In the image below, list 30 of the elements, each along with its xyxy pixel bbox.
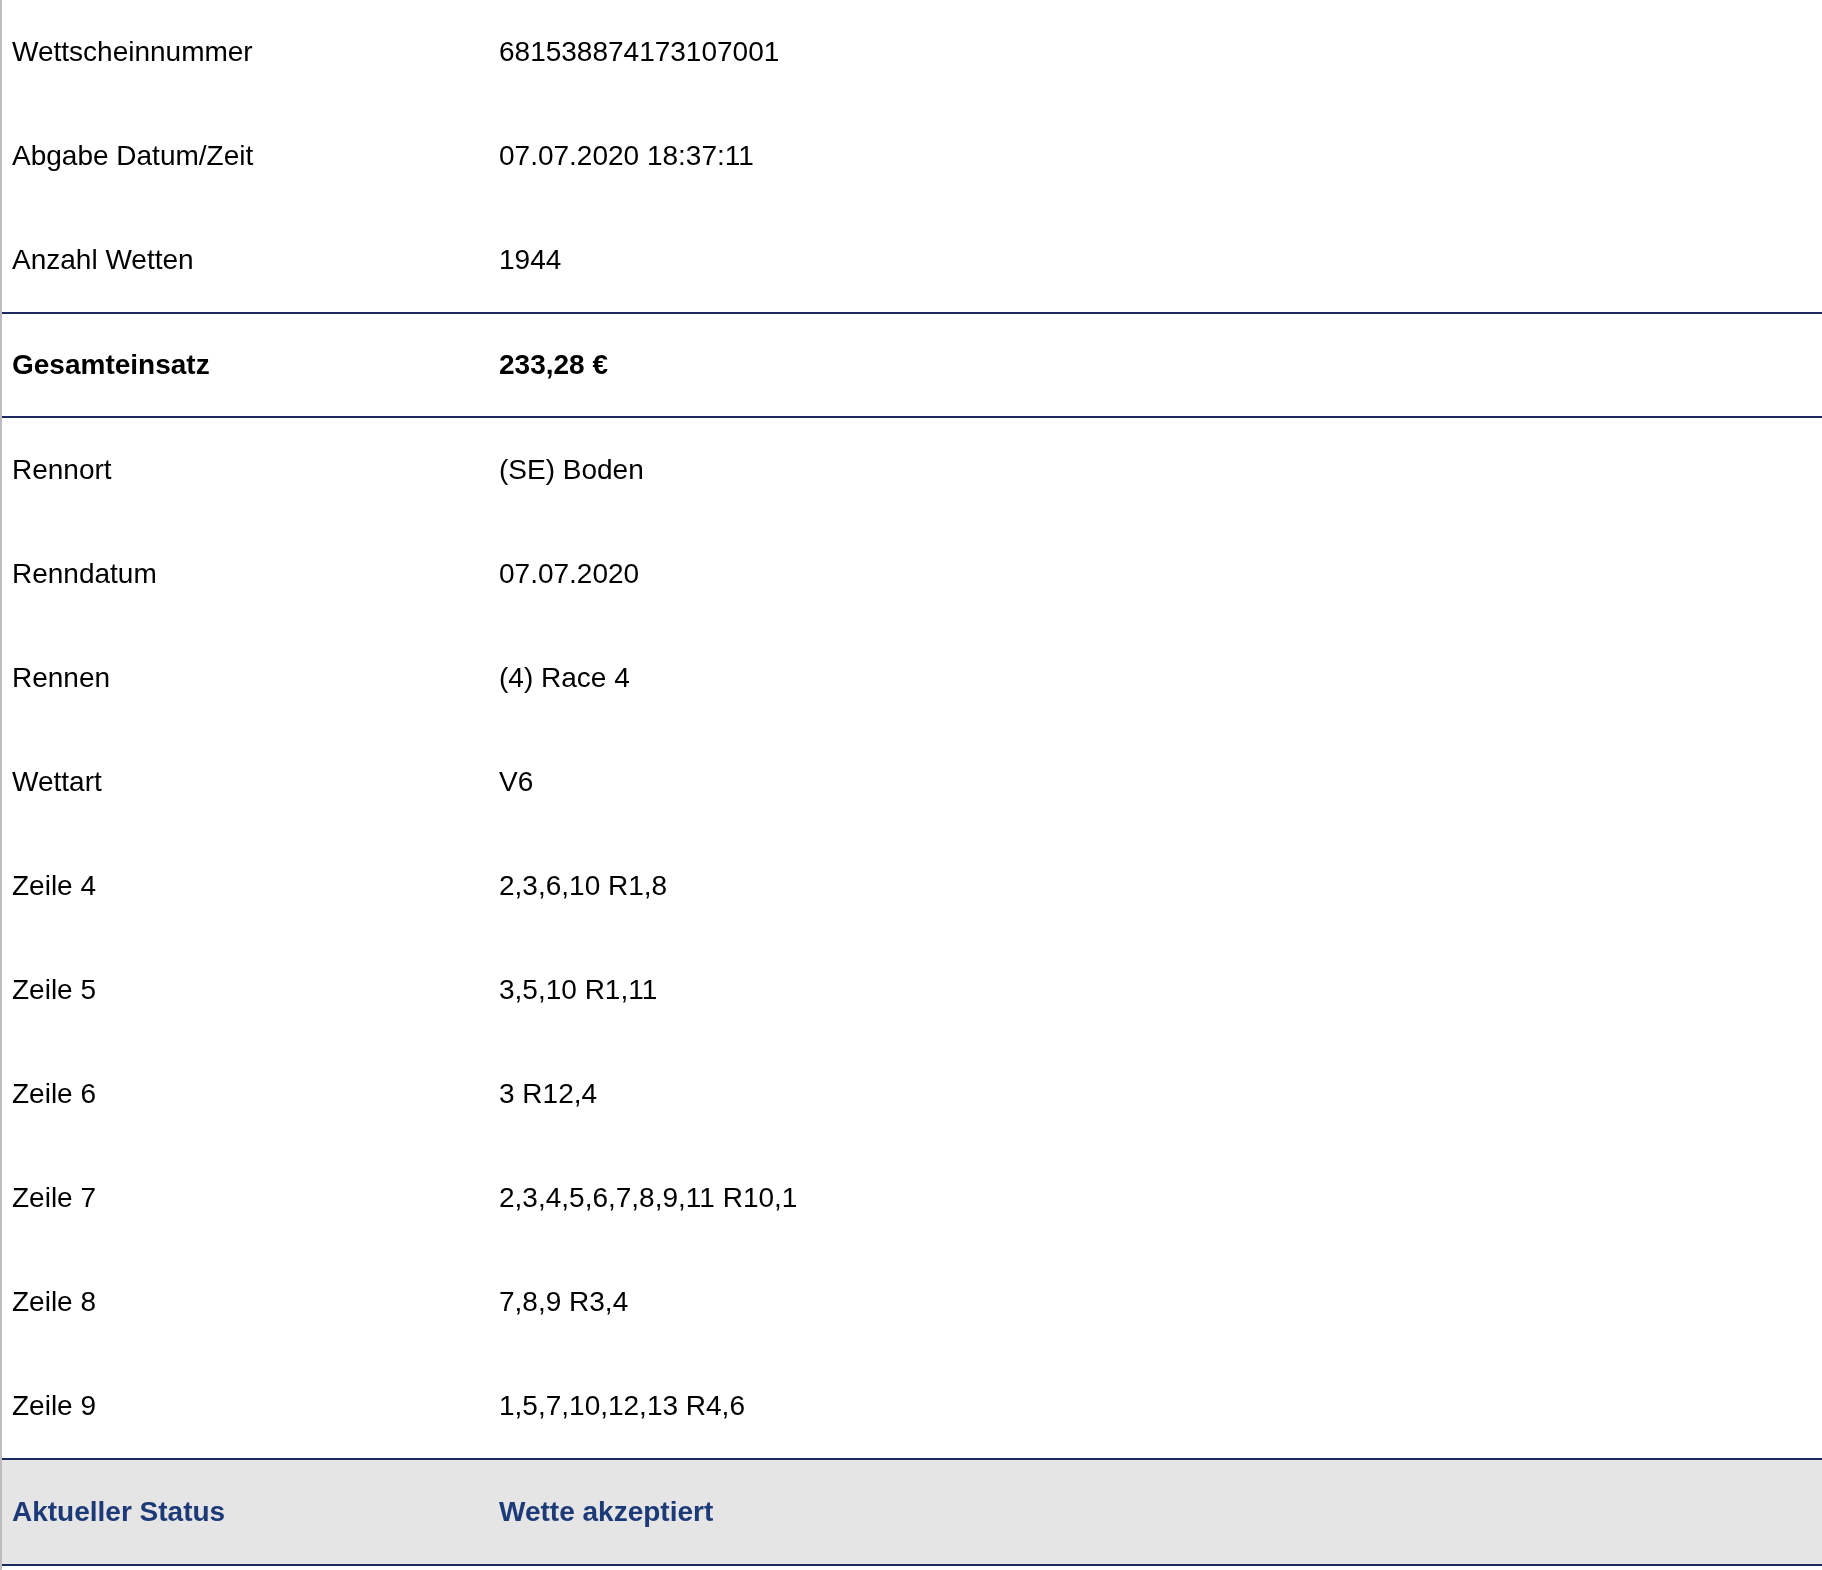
row-label: Wettscheinnummer	[11, 35, 254, 69]
row-label: Renndatum	[11, 557, 158, 591]
row-label: Zeile 7	[11, 1181, 98, 1215]
row-value: V6	[499, 765, 534, 799]
row-label: Zeile 8	[11, 1285, 98, 1319]
row-label: Zeile 9	[11, 1389, 98, 1423]
row-value: 3 R12,4	[499, 1077, 598, 1111]
row-value: 1944	[499, 243, 562, 277]
row-value: 07.07.2020 18:37:11	[499, 139, 754, 173]
row-value: 07.07.2020	[499, 557, 640, 591]
row-label: Wettart	[11, 765, 103, 799]
row-value: 233,28 €	[499, 348, 608, 382]
row-value: 3,5,10 R1,11	[499, 973, 658, 1007]
row-value: 2,3,4,5,6,7,8,9,11 R10,1	[499, 1181, 798, 1215]
row-label: Gesamteinsatz	[11, 348, 211, 382]
row-value: 681538874173107001	[499, 35, 780, 69]
row-value: 2,3,6,10 R1,8	[499, 869, 668, 903]
row-label: Zeile 6	[11, 1077, 98, 1111]
row-label: Anzahl Wetten	[11, 243, 195, 277]
row-value: Wette akzeptiert	[499, 1495, 714, 1529]
row-label: Zeile 4	[11, 869, 98, 903]
row-value: 7,8,9 R3,4	[499, 1285, 629, 1319]
row-value: (SE) Boden	[499, 453, 644, 487]
row-label: Aktueller Status	[11, 1495, 227, 1529]
row-label: Rennort	[11, 453, 113, 487]
row-label: Rennen	[11, 661, 112, 695]
row-label: Abgabe Datum/Zeit	[11, 139, 255, 173]
row-value: 1,5,7,10,12,13 R4,6	[499, 1389, 745, 1423]
row-value: (4) Race 4	[499, 661, 630, 695]
row-label: Zeile 5	[11, 973, 98, 1007]
